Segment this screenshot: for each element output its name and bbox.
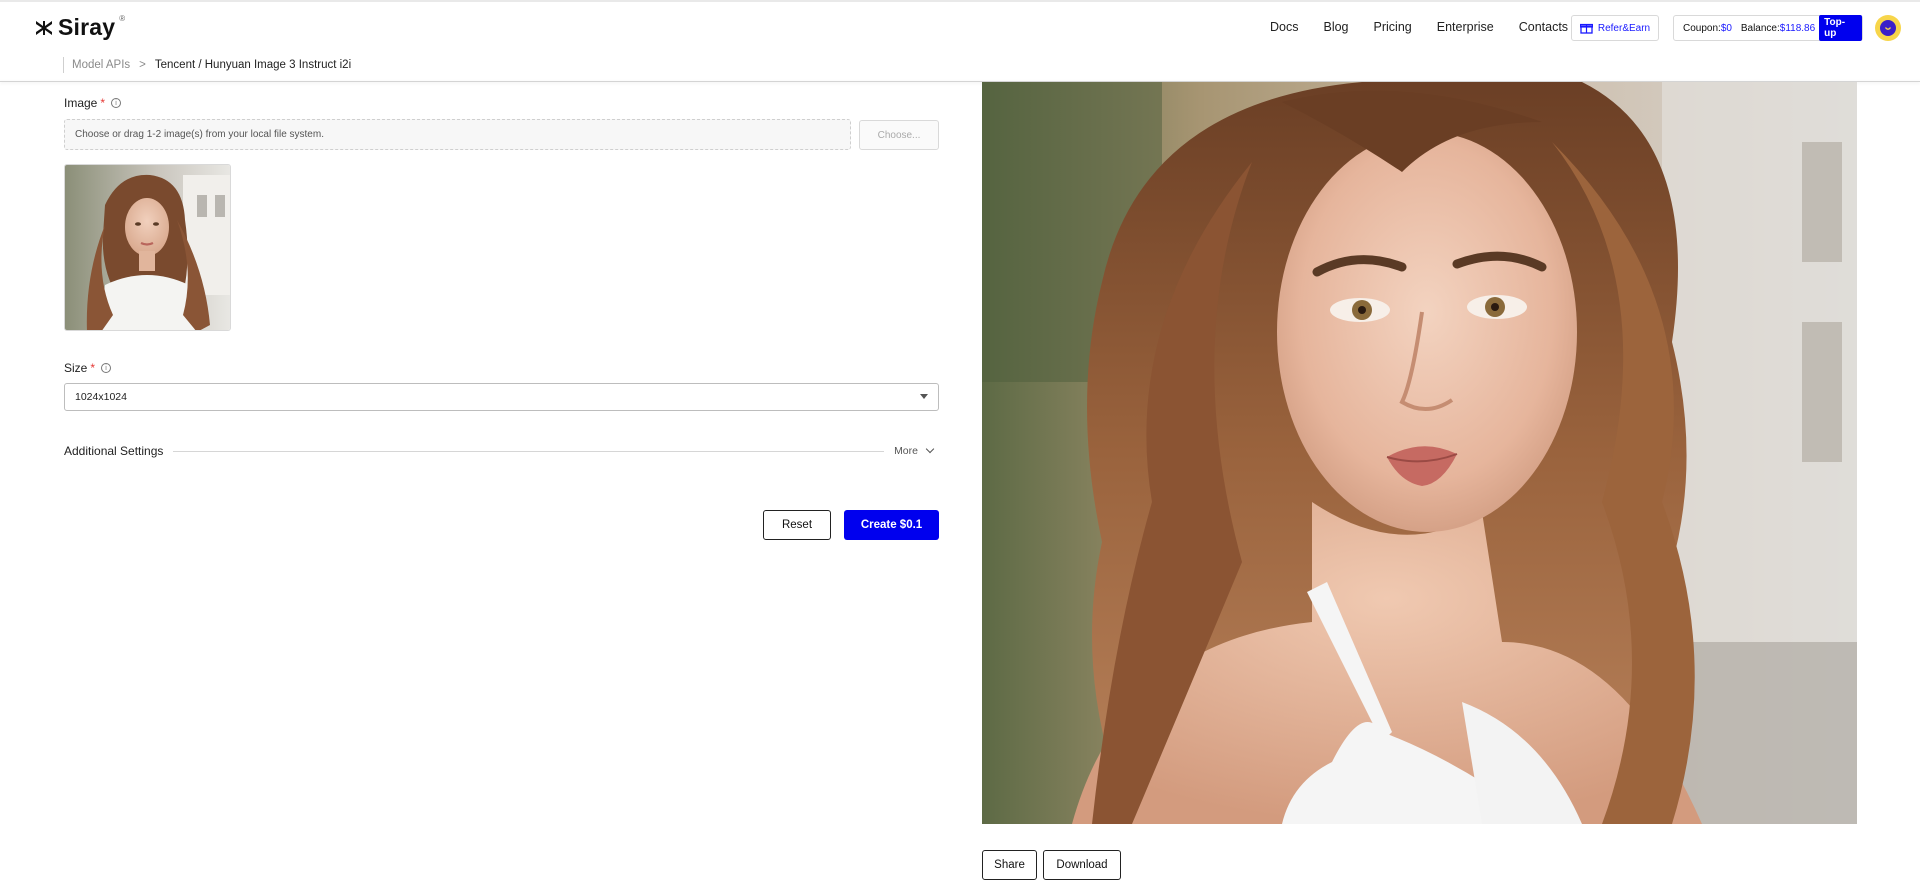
info-icon[interactable]: i <box>101 363 112 373</box>
generated-portrait-image <box>982 82 1857 824</box>
brand-name: Siray <box>58 14 116 40</box>
user-avatar[interactable] <box>1875 15 1901 41</box>
siray-logo-icon <box>36 20 52 35</box>
top-navbar: Siray ® Docs Blog Pricing Enterprise Con… <box>0 0 1920 52</box>
nav-contacts[interactable]: Contacts <box>1519 20 1568 34</box>
portrait-thumbnail-image <box>65 165 230 330</box>
refer-earn-button[interactable]: Refer&Earn <box>1571 15 1659 41</box>
image-label-text: Image <box>64 96 98 110</box>
size-required-mark: * <box>90 361 96 375</box>
additional-settings-divider <box>173 450 885 452</box>
more-label: More <box>894 445 918 457</box>
coupon-label: Coupon: <box>1683 22 1721 34</box>
topup-button[interactable]: Top-up <box>1819 15 1862 41</box>
registered-mark: ® <box>119 14 126 23</box>
wallet-panel: Coupon: $0 Balance: $118.86 Top-up <box>1673 15 1863 41</box>
breadcrumb-separator: > <box>139 59 146 71</box>
additional-settings-title[interactable]: Additional Settings <box>64 444 163 458</box>
create-button[interactable]: Create $0.1 <box>844 510 939 540</box>
size-select[interactable]: 1024x1024 <box>64 383 939 411</box>
download-button[interactable]: Download <box>1043 850 1121 880</box>
generated-image-preview[interactable] <box>982 82 1857 824</box>
balance-label: Balance: <box>1740 22 1780 34</box>
additional-settings-row: Additional Settings More <box>64 443 939 459</box>
brand-logo[interactable]: Siray ® <box>34 14 125 41</box>
dropdown-caret-icon <box>920 394 928 399</box>
image-required-mark: * <box>100 96 106 110</box>
refer-earn-label: Refer&Earn <box>1597 22 1651 34</box>
breadcrumb-current-model: Tencent / Hunyuan Image 3 Instruct i2i <box>154 59 352 71</box>
image-field-label: Image * i <box>64 96 122 110</box>
info-icon[interactable]: i <box>111 98 122 108</box>
nav-enterprise[interactable]: Enterprise <box>1437 20 1494 34</box>
balance-value: $118.86 <box>1779 22 1816 34</box>
gift-icon <box>1579 23 1593 34</box>
chevron-down-icon <box>925 444 935 454</box>
size-field-label: Size * i <box>64 361 112 375</box>
more-toggle[interactable]: More <box>894 444 935 457</box>
size-selected-value: 1024x1024 <box>75 391 127 403</box>
size-label-text: Size <box>64 361 88 375</box>
avatar-face-icon <box>1880 20 1896 36</box>
choose-file-button[interactable]: Choose... <box>859 120 939 150</box>
main-nav: Docs Blog Pricing Enterprise Contacts <box>1270 20 1568 34</box>
nav-pricing[interactable]: Pricing <box>1374 20 1412 34</box>
uploaded-image-thumbnail[interactable] <box>64 164 231 331</box>
reset-button[interactable]: Reset <box>763 510 831 540</box>
coupon-value: $0 <box>1720 22 1732 34</box>
nav-docs[interactable]: Docs <box>1270 20 1298 34</box>
image-dropzone[interactable]: Choose or drag 1-2 image(s) from your lo… <box>64 119 851 150</box>
breadcrumb-model-apis[interactable]: Model APIs <box>72 59 130 71</box>
dropzone-placeholder: Choose or drag 1-2 image(s) from your lo… <box>75 129 324 140</box>
nav-blog[interactable]: Blog <box>1323 20 1348 34</box>
breadcrumb: Model APIs > Tencent / Hunyuan Image 3 I… <box>63 57 351 73</box>
share-button[interactable]: Share <box>982 850 1037 880</box>
